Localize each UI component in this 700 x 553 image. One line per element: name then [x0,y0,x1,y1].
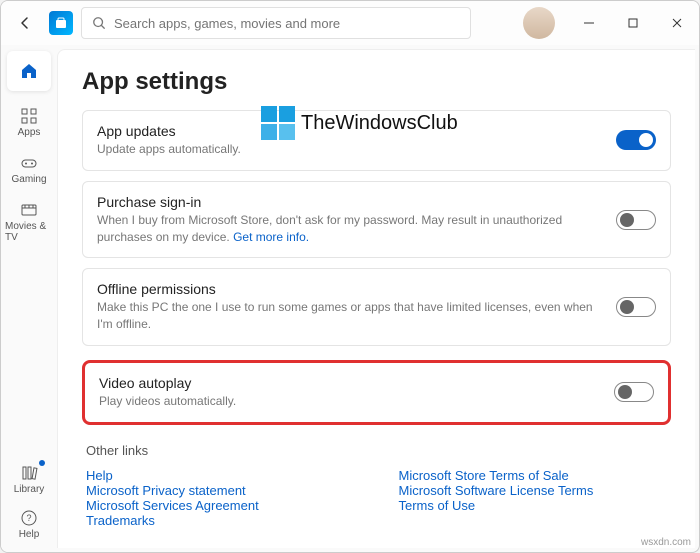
link-get-more-info[interactable]: Get more info. [233,230,309,244]
content-area[interactable]: App settings App updates Update apps aut… [57,49,695,548]
toggle-purchase-signin[interactable] [616,210,656,230]
sidebar-item-home[interactable] [7,51,51,91]
help-icon: ? [20,509,38,527]
setting-offline-permissions: Offline permissions Make this PC the one… [82,268,671,346]
setting-video-autoplay: Video autoplay Play videos automatically… [82,360,671,425]
gaming-icon [20,154,38,172]
body: Apps Gaming Movies & TV [1,45,699,552]
notification-dot [39,460,45,466]
setting-title: App updates [97,123,604,139]
sidebar-item-help[interactable]: ? Help [5,503,53,546]
search-box[interactable] [81,7,471,39]
link-terms-of-use[interactable]: Terms of Use [399,498,476,513]
sidebar-item-movies[interactable]: Movies & TV [5,195,53,249]
titlebar [1,1,699,45]
setting-title: Purchase sign-in [97,194,604,210]
search-input[interactable] [114,16,460,31]
image-credit: wsxdn.com [641,537,691,548]
movies-icon [20,201,38,219]
apps-icon [20,107,38,125]
toggle-offline-permissions[interactable] [616,297,656,317]
sidebar-item-library[interactable]: Library [5,458,53,501]
setting-desc: Make this PC the one I use to run some g… [97,299,604,333]
sidebar-item-gaming[interactable]: Gaming [5,148,53,191]
library-icon [20,464,38,482]
sidebar-label: Library [14,484,45,495]
sidebar: Apps Gaming Movies & TV [1,45,57,552]
home-icon [19,61,39,81]
link-help[interactable]: Help [86,468,113,483]
link-terms-of-sale[interactable]: Microsoft Store Terms of Sale [399,468,569,483]
page-title: App settings [82,68,671,96]
maximize-button[interactable] [611,1,655,45]
toggle-video-autoplay[interactable] [614,382,654,402]
other-links-title: Other links [86,443,671,458]
store-icon [49,11,73,35]
window-controls [567,1,699,45]
back-button[interactable] [9,7,41,39]
link-trademarks[interactable]: Trademarks [86,513,155,528]
user-avatar[interactable] [523,7,555,39]
link-license-terms[interactable]: Microsoft Software License Terms [399,483,594,498]
close-button[interactable] [655,1,699,45]
sidebar-item-apps[interactable]: Apps [5,101,53,144]
search-icon [92,16,106,30]
other-links: Help Microsoft Privacy statement Microso… [82,468,671,528]
link-privacy[interactable]: Microsoft Privacy statement [86,483,246,498]
setting-purchase-signin: Purchase sign-in When I buy from Microso… [82,181,671,259]
sidebar-label: Movies & TV [5,221,53,243]
setting-desc: Update apps automatically. [97,141,604,158]
setting-desc: When I buy from Microsoft Store, don't a… [97,212,604,246]
sidebar-label: Apps [18,127,41,138]
sidebar-label: Help [19,529,40,540]
setting-title: Offline permissions [97,281,604,297]
setting-desc: Play videos automatically. [99,393,602,410]
toggle-app-updates[interactable] [616,130,656,150]
link-services-agreement[interactable]: Microsoft Services Agreement [86,498,259,513]
svg-text:?: ? [26,513,31,523]
setting-title: Video autoplay [99,375,602,391]
minimize-button[interactable] [567,1,611,45]
app-window: Apps Gaming Movies & TV [0,0,700,553]
setting-app-updates: App updates Update apps automatically. [82,110,671,171]
sidebar-label: Gaming [11,174,46,185]
